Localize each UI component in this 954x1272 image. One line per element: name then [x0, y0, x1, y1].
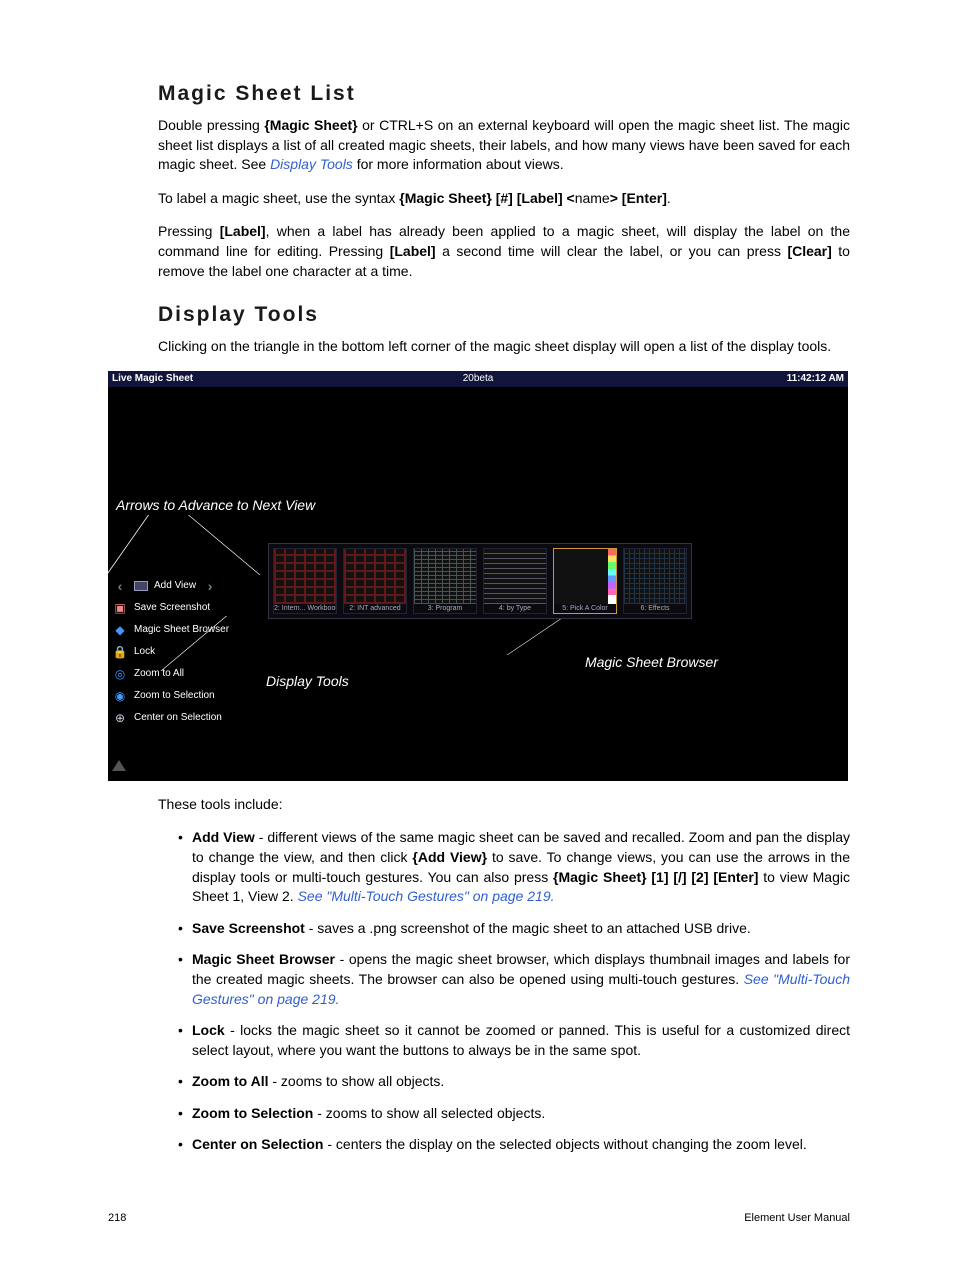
- title-center: 20beta: [463, 373, 494, 384]
- title-left: Live Magic Sheet: [112, 373, 193, 384]
- callout-line: [105, 515, 149, 577]
- browser-thumb[interactable]: 5: Pick A Color: [553, 548, 617, 614]
- paragraph-label-syntax: To label a magic sheet, use the syntax {…: [158, 189, 850, 209]
- browser-thumb[interactable]: 2: Intern... Workbook: [273, 548, 337, 614]
- tool-magic-sheet-browser[interactable]: ◆ Magic Sheet Browser: [108, 619, 238, 641]
- callout-line: [507, 619, 561, 655]
- caption-arrows: Arrows to Advance to Next View: [116, 497, 315, 513]
- browser-thumb[interactable]: 6: Effects: [623, 548, 687, 614]
- browser-thumb[interactable]: 2: INT advanced: [343, 548, 407, 614]
- tool-center-selection[interactable]: ⊕ Center on Selection: [108, 707, 238, 729]
- label: Save Screenshot: [134, 602, 210, 613]
- tool-zoom-selection[interactable]: ◉ Zoom to Selection: [108, 685, 238, 707]
- browser-thumb[interactable]: 3: Program: [413, 548, 477, 614]
- paragraph-tools-include: These tools include:: [158, 795, 850, 815]
- page-number: 218: [108, 1212, 126, 1224]
- tools-list: Add View - different views of the same m…: [192, 828, 850, 1155]
- titlebar: Live Magic Sheet 20beta 11:42:12 AM: [108, 371, 848, 387]
- tool-save-screenshot[interactable]: ▣ Save Screenshot: [108, 597, 238, 619]
- label: Zoom to All: [134, 668, 184, 679]
- label: Magic Sheet Browser: [134, 624, 229, 635]
- browser-icon: ◆: [112, 622, 128, 638]
- bullet-lock: Lock - locks the magic sheet so it canno…: [192, 1021, 850, 1060]
- zoom-selection-icon: ◉: [112, 688, 128, 704]
- caption-magic-sheet-browser: Magic Sheet Browser: [585, 654, 718, 670]
- paragraph-intro: Double pressing {Magic Sheet} or CTRL+S …: [158, 116, 850, 175]
- browser-thumb[interactable]: 4: by Type: [483, 548, 547, 614]
- tool-add-view[interactable]: ‹ Add View ›: [108, 575, 238, 597]
- label: Zoom to Selection: [134, 690, 215, 701]
- lock-icon: 🔒: [112, 644, 128, 660]
- bullet-zoom-selection: Zoom to Selection - zooms to show all se…: [192, 1104, 850, 1124]
- zoom-all-icon: ◎: [112, 666, 128, 682]
- bullet-magic-sheet-browser: Magic Sheet Browser - opens the magic sh…: [192, 950, 850, 1009]
- arrow-left-icon[interactable]: ‹: [112, 578, 128, 594]
- display-tools-panel: ‹ Add View › ▣ Save Screenshot ◆ Magic S…: [108, 575, 238, 729]
- label: Add View: [154, 580, 196, 591]
- title-time: 11:42:12 AM: [787, 373, 844, 384]
- camera-icon: ▣: [112, 600, 128, 616]
- heading-display-tools: Display Tools: [158, 303, 850, 327]
- paragraph-label-edit: Pressing [Label], when a label has alrea…: [158, 222, 850, 281]
- link-multitouch-1[interactable]: See "Multi-Touch Gestures" on page 219.: [298, 888, 555, 904]
- callout-line: [188, 515, 261, 575]
- center-icon: ⊕: [112, 710, 128, 726]
- bullet-zoom-all: Zoom to All - zooms to show all objects.: [192, 1072, 850, 1092]
- magic-sheet-browser[interactable]: 2: Intern... Workbook 2: INT advanced 3:…: [268, 543, 692, 619]
- bullet-center-selection: Center on Selection - centers the displa…: [192, 1135, 850, 1155]
- bullet-save-screenshot: Save Screenshot - saves a .png screensho…: [192, 919, 850, 939]
- label: Center on Selection: [134, 712, 222, 723]
- arrow-right-icon[interactable]: ›: [202, 578, 218, 594]
- triangle-icon[interactable]: [112, 760, 126, 771]
- heading-magic-sheet-list: Magic Sheet List: [158, 82, 850, 106]
- screenshot-panel: Live Magic Sheet 20beta 11:42:12 AM Arro…: [108, 371, 848, 781]
- link-display-tools[interactable]: Display Tools: [270, 156, 353, 172]
- bullet-add-view: Add View - different views of the same m…: [192, 828, 850, 906]
- manual-title: Element User Manual: [744, 1212, 850, 1224]
- tool-zoom-all[interactable]: ◎ Zoom to All: [108, 663, 238, 685]
- label: Lock: [134, 646, 155, 657]
- view-thumb-icon: [134, 581, 148, 591]
- footer: 218 Element User Manual: [108, 1212, 850, 1224]
- tool-lock[interactable]: 🔒 Lock: [108, 641, 238, 663]
- paragraph-display-tools-intro: Clicking on the triangle in the bottom l…: [158, 337, 850, 357]
- page: Magic Sheet List Double pressing {Magic …: [0, 0, 954, 1272]
- caption-display-tools: Display Tools: [266, 673, 349, 689]
